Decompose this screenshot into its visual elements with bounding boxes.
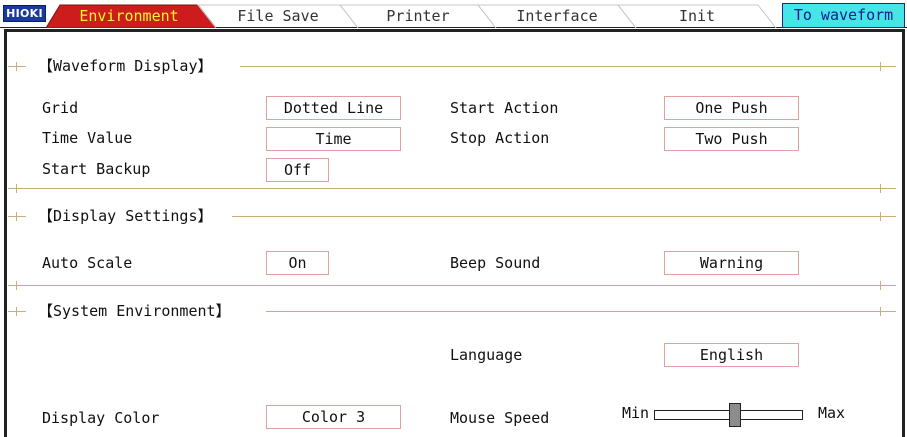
section-tick	[880, 62, 881, 71]
time-value-label: Time Value	[42, 129, 133, 147]
start-backup-label: Start Backup	[42, 160, 151, 178]
stop-action-label: Stop Action	[450, 129, 550, 147]
section-rule-left	[8, 66, 26, 67]
section-rule-right	[232, 216, 896, 217]
language-label: Language	[450, 346, 523, 364]
section-tick	[16, 307, 17, 316]
to-waveform-button[interactable]: To waveform	[782, 3, 905, 28]
section-rule-left	[8, 311, 26, 312]
tab-interface[interactable]: Interface	[488, 5, 626, 28]
section-title-display-settings: 【Display Settings】	[34, 205, 217, 226]
mouse-speed-min-label: Min	[622, 404, 650, 422]
auto-scale-label: Auto Scale	[42, 254, 133, 272]
start-action-select[interactable]: One Push	[664, 96, 799, 120]
start-action-label: Start Action	[450, 99, 559, 117]
settings-panel	[4, 29, 905, 437]
tab-bar: HIOKI Environment File Save Printer Inte…	[0, 0, 907, 28]
language-select[interactable]: English	[664, 343, 799, 367]
display-color-label: Display Color	[42, 409, 160, 427]
tab-file-save[interactable]: File Save	[208, 5, 348, 28]
grid-label: Grid	[42, 99, 79, 117]
section-tick	[16, 62, 17, 71]
section-tick	[880, 307, 881, 316]
display-color-select[interactable]: Color 3	[266, 405, 401, 429]
section-tick	[880, 212, 881, 221]
auto-scale-select[interactable]: On	[266, 251, 329, 275]
section-rule-left	[8, 216, 26, 217]
time-value-select[interactable]: Time	[266, 127, 401, 151]
tab-environment[interactable]: Environment	[58, 5, 200, 28]
section-tick	[880, 281, 881, 290]
mouse-speed-slider-thumb[interactable]	[729, 403, 742, 427]
section-tick	[16, 281, 17, 290]
section-tick	[16, 212, 17, 221]
mouse-speed-label: Mouse Speed	[450, 409, 550, 427]
tab-printer[interactable]: Printer	[350, 5, 486, 28]
section-rule-right	[240, 66, 896, 67]
start-backup-select[interactable]: Off	[266, 158, 329, 182]
stop-action-select[interactable]: Two Push	[664, 127, 799, 151]
section-title-system-environment: 【System Environment】	[34, 300, 235, 321]
section-rule-right	[266, 311, 896, 312]
section-divider	[8, 285, 896, 286]
hioki-logo: HIOKI	[3, 5, 46, 22]
section-tick	[880, 184, 881, 193]
tab-init[interactable]: Init	[628, 5, 766, 28]
beep-sound-select[interactable]: Warning	[664, 251, 799, 275]
section-tick	[16, 184, 17, 193]
beep-sound-label: Beep Sound	[450, 254, 541, 272]
section-divider	[8, 188, 896, 189]
grid-select[interactable]: Dotted Line	[266, 96, 401, 120]
section-title-waveform-display: 【Waveform Display】	[34, 55, 217, 76]
mouse-speed-max-label: Max	[818, 404, 846, 422]
